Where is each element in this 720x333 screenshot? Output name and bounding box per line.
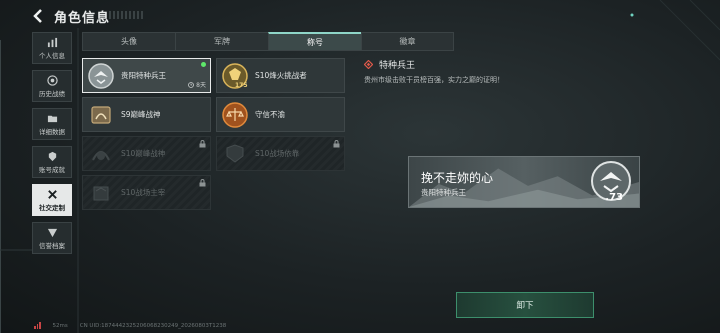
sidebar-item-label: 历史战绩 xyxy=(39,89,65,98)
sidebar-item-history[interactable]: 历史战绩 xyxy=(32,70,72,102)
title-name: S10战场依靠 xyxy=(255,149,300,158)
unequip-button[interactable]: 卸下 xyxy=(456,292,594,318)
remaining-time: 8天 xyxy=(188,80,206,89)
title-name: S10战场主宰 xyxy=(121,188,166,197)
diamond-icon xyxy=(364,60,373,69)
title-name: S10烽火挑战者 xyxy=(255,71,307,80)
preview-subtitle: 贵阳特种兵王 xyxy=(421,188,466,197)
sidebar-item-achievements[interactable]: 账号成就 xyxy=(32,146,72,178)
sidebar-item-label: 详细数据 xyxy=(39,127,65,136)
title-card-s9-war-god[interactable]: S9巅峰战神 xyxy=(82,97,211,132)
locked-shield-badge-icon xyxy=(226,143,244,163)
detail-title-name: 特种兵王 xyxy=(379,61,416,71)
tab-avatar[interactable]: 头像 xyxy=(82,32,175,51)
title-decoration xyxy=(109,11,143,19)
sidebar-item-label: 社交定制 xyxy=(39,203,65,212)
title-card-s10-support[interactable]: S10战场依靠 xyxy=(216,136,345,171)
folder-icon xyxy=(47,115,57,122)
record-icon xyxy=(46,74,58,86)
lock-icon xyxy=(199,179,206,187)
sidebar: 个人信息 历史战绩 详细数据 账号成就 社交定制 信誉档案 xyxy=(32,32,72,260)
badge-number: 175 xyxy=(235,82,248,89)
title-card-guiyang[interactable]: 贵阳特种兵王 8天 xyxy=(82,58,211,93)
equipped-indicator xyxy=(201,62,206,67)
medal-icon xyxy=(48,151,56,161)
locked-laurel-badge-icon xyxy=(92,150,110,160)
title-name: S10巅峰战神 xyxy=(121,149,166,158)
title-name: 守信不渝 xyxy=(255,110,285,119)
page-title: 角色信息 xyxy=(54,10,111,26)
sidebar-item-social-custom[interactable]: 社交定制 xyxy=(32,184,72,216)
clock-icon xyxy=(188,81,195,88)
title-card-s10-war-god[interactable]: S10巅峰战神 xyxy=(82,136,211,171)
title-grid: 贵阳特种兵王 8天 175 S10烽火挑战者 S9巅峰战神 守信不渝 S10巅峰… xyxy=(82,58,348,210)
footer-status: 52ms CN UID:1874442325206068230249_20260… xyxy=(34,322,226,329)
title-name: 贵阳特种兵王 xyxy=(121,71,166,80)
chevron-left-icon xyxy=(33,9,42,23)
back-button[interactable] xyxy=(30,8,46,24)
sidebar-item-label: 个人信息 xyxy=(39,51,65,60)
uid-text: CN UID:1874442325206068230249_20260803T1… xyxy=(79,322,227,329)
detail-header: 特种兵王 xyxy=(364,58,415,71)
sidebar-item-personal-info[interactable]: 个人信息 xyxy=(32,32,72,64)
tab-dogtag[interactable]: 军牌 xyxy=(175,32,268,51)
title-preview-card: 挽不走妳的心 贵阳特种兵王 .73 xyxy=(408,156,640,208)
title-card-s10-challenger[interactable]: 175 S10烽火挑战者 xyxy=(216,58,345,93)
locked-crown-badge-icon xyxy=(93,186,109,200)
signal-icon xyxy=(34,322,41,329)
header: 角色信息 xyxy=(30,5,110,27)
sidebar-item-label: 信誉档案 xyxy=(39,241,65,250)
title-card-s10-dominator[interactable]: S10战场主宰 xyxy=(82,175,211,210)
ping-value: 52ms xyxy=(52,322,68,329)
sidebar-item-credit[interactable]: 信誉档案 xyxy=(32,222,72,254)
detail-description: 贵州市级击败干员榜百强，实力之巅的证明！ xyxy=(364,76,504,84)
sidebar-item-label: 账号成就 xyxy=(39,165,65,174)
shield-icon xyxy=(47,228,57,237)
preview-signature: 挽不走妳的心 xyxy=(421,171,494,185)
tab-badge[interactable]: 徽章 xyxy=(361,32,454,51)
title-name: S9巅峰战神 xyxy=(121,110,161,119)
lock-icon xyxy=(199,140,206,148)
scales-badge-icon xyxy=(222,101,248,128)
tools-icon xyxy=(47,189,57,199)
laurel-badge-icon xyxy=(91,105,111,124)
lock-icon xyxy=(333,140,340,148)
title-card-trustworthy[interactable]: 守信不渝 xyxy=(216,97,345,132)
tab-bar: 头像 军牌 称号 徽章 xyxy=(82,32,454,51)
tab-title[interactable]: 称号 xyxy=(268,32,361,51)
bar-chart-icon xyxy=(47,37,57,47)
eagle-badge-icon xyxy=(88,62,114,89)
sidebar-item-details[interactable]: 详细数据 xyxy=(32,108,72,140)
remaining-days: 8天 xyxy=(196,82,206,89)
preview-number: .73 xyxy=(605,192,623,203)
